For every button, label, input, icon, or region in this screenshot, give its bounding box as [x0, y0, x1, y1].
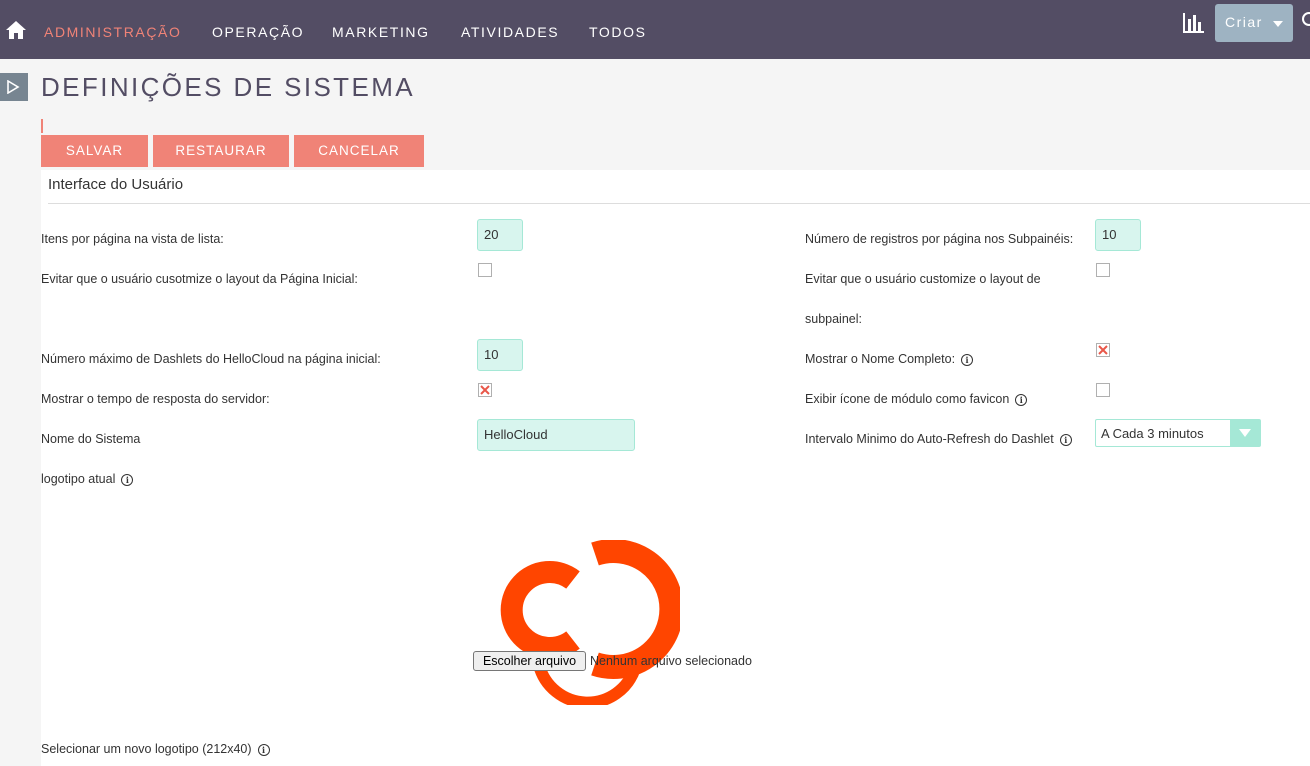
prevent-subpanel-layout-label: Evitar que o usuário customize o layout …	[805, 272, 1041, 286]
home-icon[interactable]	[6, 20, 26, 40]
system-name-input[interactable]: HelloCloud	[477, 419, 635, 451]
play-icon	[7, 80, 20, 94]
nav-item-administracao[interactable]: ADMINISTRAÇÃO	[44, 24, 181, 40]
current-logo-label: logotipo atual i	[41, 472, 134, 486]
system-name-label: Nome do Sistema	[41, 432, 141, 446]
section-title: Interface do Usuário	[48, 176, 184, 193]
nav-item-todos[interactable]: TODOS	[589, 24, 647, 40]
info-icon[interactable]: i	[1059, 433, 1072, 446]
new-logo-label-text: Selecionar um novo logotipo (212x40)	[41, 742, 252, 756]
left-sidebar	[0, 59, 28, 766]
current-logo-label-text: logotipo atual	[41, 472, 116, 486]
prevent-home-layout-checkbox[interactable]	[478, 263, 492, 277]
bar-chart-icon[interactable]	[1182, 13, 1204, 33]
file-status-text: Nenhum arquivo selecionado	[590, 654, 752, 668]
nav-item-atividades[interactable]: ATIVIDADES	[461, 24, 559, 40]
autorefresh-select[interactable]: A Cada 3 minutos	[1095, 419, 1261, 447]
full-name-label: Mostrar o Nome Completo: i	[805, 352, 974, 366]
full-name-checkbox[interactable]	[1096, 343, 1110, 357]
prevent-home-layout-label: Evitar que o usuário cusotmize o layout …	[41, 272, 358, 286]
max-dashlets-label: Número máximo de Dashlets do HelloCloud …	[41, 352, 381, 366]
chevron-down-icon	[1273, 21, 1283, 27]
create-button-label: Criar	[1225, 14, 1263, 30]
list-items-input[interactable]: 20	[477, 219, 523, 251]
list-items-label: Itens por página na vista de lista:	[41, 232, 224, 246]
info-icon[interactable]: i	[961, 353, 974, 366]
sidebar-toggle-button[interactable]	[0, 73, 28, 101]
subpanel-items-input[interactable]: 10	[1095, 219, 1141, 251]
top-nav: ADMINISTRAÇÃO OPERAÇÃO MARKETING ATIVIDA…	[0, 0, 1310, 59]
favicon-label: Exibir ícone de módulo como favicon i	[805, 392, 1028, 406]
full-name-label-text: Mostrar o Nome Completo:	[805, 352, 956, 366]
autorefresh-select-value: A Cada 3 minutos	[1101, 426, 1204, 441]
accent-marker	[41, 119, 43, 133]
page-title: DEFINIÇÕES DE SISTEMA	[41, 72, 416, 102]
cancel-button[interactable]: CANCELAR	[294, 135, 424, 167]
response-time-label: Mostrar o tempo de resposta do servidor:	[41, 392, 270, 406]
chevron-down-icon[interactable]	[1230, 420, 1260, 446]
nav-item-operacao[interactable]: OPERAÇÃO	[212, 24, 304, 40]
search-icon[interactable]	[1302, 12, 1310, 26]
autorefresh-label: Intervalo Minimo do Auto-Refresh do Dash…	[805, 432, 1072, 446]
close-icon	[480, 385, 490, 395]
subpanel-items-label: Número de registros por página nos Subpa…	[805, 232, 1074, 246]
divider	[48, 203, 1310, 204]
prevent-subpanel-layout-checkbox[interactable]	[1096, 263, 1110, 277]
favicon-label-text: Exibir ícone de módulo como favicon	[805, 392, 1010, 406]
info-icon[interactable]: i	[257, 743, 270, 756]
prevent-subpanel-layout-label-cont: subpainel:	[805, 312, 862, 326]
autorefresh-label-text: Intervalo Minimo do Auto-Refresh do Dash…	[805, 432, 1054, 446]
info-icon[interactable]: i	[1015, 393, 1028, 406]
new-logo-label: Selecionar um novo logotipo (212x40) i	[41, 742, 270, 756]
max-dashlets-input[interactable]: 10	[477, 339, 523, 371]
create-button[interactable]: Criar	[1215, 4, 1293, 42]
choose-file-button[interactable]: Escolher arquivo	[473, 651, 586, 671]
favicon-checkbox[interactable]	[1096, 383, 1110, 397]
info-icon[interactable]: i	[121, 473, 134, 486]
restore-button[interactable]: RESTAURAR	[153, 135, 289, 167]
save-button[interactable]: SALVAR	[41, 135, 148, 167]
logo-image	[500, 540, 680, 705]
response-time-checkbox[interactable]	[478, 383, 492, 397]
nav-item-marketing[interactable]: MARKETING	[332, 24, 430, 40]
close-icon	[1098, 345, 1108, 355]
